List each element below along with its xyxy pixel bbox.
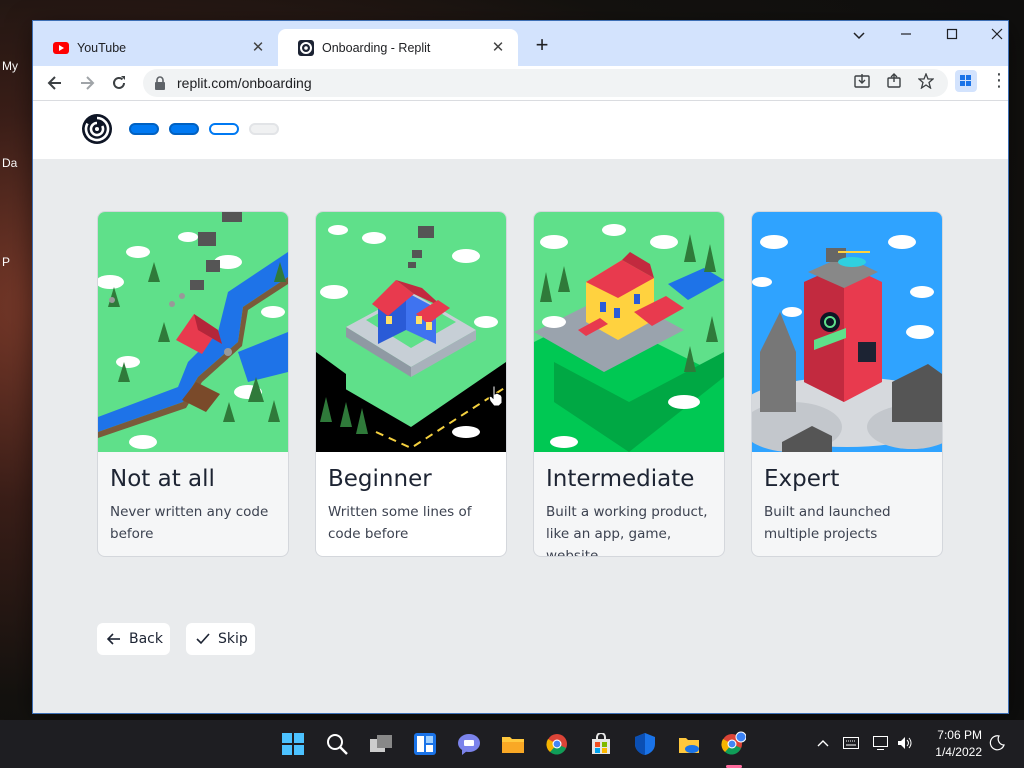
- arrow-left-icon: [107, 633, 121, 645]
- page-header: [33, 101, 1008, 159]
- experience-selection: Not at all Never written any code before: [33, 159, 1008, 713]
- youtube-icon: [53, 40, 69, 56]
- card-description: Never written any code before: [110, 504, 269, 542]
- minimize-icon[interactable]: [883, 25, 929, 47]
- search-icon[interactable]: [322, 729, 352, 759]
- new-tab-button[interactable]: +: [531, 34, 553, 57]
- tab-title: Onboarding - Replit: [322, 40, 431, 55]
- close-window-icon[interactable]: [974, 25, 1008, 47]
- forward-arrow-icon[interactable]: [75, 71, 99, 95]
- install-app-icon[interactable]: [853, 72, 871, 90]
- back-button-label: Back: [129, 631, 163, 647]
- browser-toolbar: replit.com/onboarding ⋮: [33, 66, 1008, 101]
- progress-step-1: [129, 123, 159, 135]
- volume-icon[interactable]: [896, 734, 914, 752]
- start-icon[interactable]: [278, 729, 308, 759]
- task-view-icon[interactable]: [366, 729, 396, 759]
- back-arrow-icon[interactable]: [43, 71, 67, 95]
- experience-card-beginner[interactable]: Beginner Written some lines of code befo…: [315, 211, 507, 557]
- hand-cursor-icon: [488, 385, 504, 407]
- tab-title: YouTube: [77, 40, 127, 55]
- card-title: Not at all: [110, 466, 215, 492]
- extension-icon[interactable]: [955, 70, 977, 92]
- tab-search-icon[interactable]: [836, 25, 882, 47]
- checkmark-icon: [196, 633, 210, 645]
- progress-step-3: [209, 123, 239, 135]
- tab-strip: YouTube ✕ Onboarding - Replit ✕ +: [33, 21, 1008, 66]
- replit-tower-illustration: [752, 212, 942, 452]
- network-icon[interactable]: [873, 734, 891, 752]
- kebab-menu-icon[interactable]: ⋮: [990, 71, 1008, 89]
- back-button[interactable]: Back: [97, 623, 170, 655]
- desktop-icon-label[interactable]: My: [2, 59, 18, 73]
- card-title: Expert: [764, 466, 840, 492]
- onedrive-icon[interactable]: [674, 729, 704, 759]
- address-bar[interactable]: replit.com/onboarding: [143, 69, 948, 97]
- defender-icon[interactable]: [630, 729, 660, 759]
- desktop-icon-label[interactable]: Da: [2, 156, 17, 170]
- house-illustration: [316, 212, 506, 452]
- browser-window: YouTube ✕ Onboarding - Replit ✕ + replit…: [33, 21, 1008, 713]
- chevron-up-icon[interactable]: [814, 734, 832, 752]
- teams-chat-icon[interactable]: [454, 729, 484, 759]
- clock-date[interactable]: 1/4/2022: [922, 745, 982, 759]
- store-icon[interactable]: [586, 729, 616, 759]
- desktop-icon-label[interactable]: P: [2, 255, 10, 269]
- url-text[interactable]: replit.com/onboarding: [177, 75, 312, 91]
- file-explorer-icon[interactable]: [498, 729, 528, 759]
- skip-button[interactable]: Skip: [186, 623, 255, 655]
- experience-card-intermediate[interactable]: Intermediate Built a working product, li…: [533, 211, 725, 557]
- replit-logo[interactable]: [81, 113, 113, 145]
- card-description: Built and launched multiple projects: [764, 504, 891, 542]
- maximize-icon[interactable]: [929, 25, 975, 47]
- experience-card-not-at-all[interactable]: Not at all Never written any code before: [97, 211, 289, 557]
- reload-icon[interactable]: [107, 71, 131, 95]
- share-icon[interactable]: [885, 72, 903, 90]
- onboarding-page: Not at all Never written any code before: [33, 101, 1008, 713]
- lock-icon[interactable]: [154, 76, 168, 90]
- mansion-illustration: [534, 212, 724, 452]
- card-title: Intermediate: [546, 466, 695, 492]
- taskbar: 7:06 PM 1/4/2022: [0, 720, 1024, 768]
- keyboard-icon[interactable]: [842, 734, 860, 752]
- clock-time[interactable]: 7:06 PM: [922, 728, 982, 742]
- focus-assist-icon[interactable]: [988, 734, 1006, 752]
- tab-onboarding[interactable]: Onboarding - Replit ✕: [278, 29, 518, 66]
- chrome-icon[interactable]: [542, 729, 572, 759]
- experience-card-expert[interactable]: Expert Built and launched multiple proje…: [751, 211, 943, 557]
- card-description: Built a working product, like an app, ga…: [546, 504, 708, 557]
- tab-youtube[interactable]: YouTube ✕: [33, 29, 278, 66]
- replit-icon: [298, 39, 314, 56]
- progress-step-4: [249, 123, 279, 135]
- close-tab-icon[interactable]: ✕: [490, 39, 506, 56]
- campsite-illustration: [98, 212, 288, 452]
- chrome-active-icon[interactable]: [718, 729, 748, 759]
- card-title: Beginner: [328, 466, 432, 492]
- close-tab-icon[interactable]: ✕: [250, 39, 266, 56]
- card-description: Written some lines of code before: [328, 504, 472, 542]
- widgets-icon[interactable]: [410, 729, 440, 759]
- bookmark-star-icon[interactable]: [917, 72, 935, 90]
- progress-step-2: [169, 123, 199, 135]
- skip-button-label: Skip: [218, 631, 248, 647]
